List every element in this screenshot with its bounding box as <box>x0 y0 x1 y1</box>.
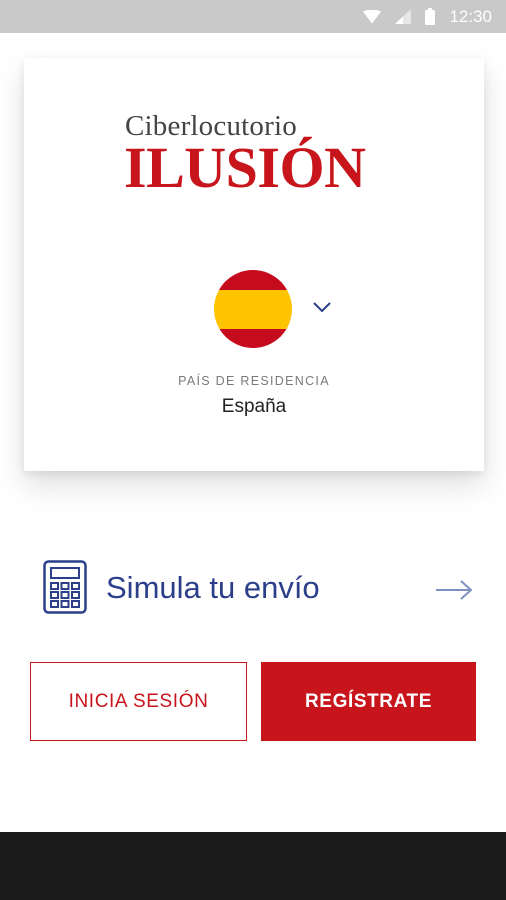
wifi-icon <box>363 9 382 23</box>
calculator-icon <box>43 560 87 614</box>
brand-logo: Ciberlocutorio ILUSIÓN <box>124 110 384 200</box>
login-button[interactable]: INICIA SESIÓN <box>30 662 247 741</box>
status-icons: 12:30 <box>363 0 492 33</box>
simulate-label: Simula tu envío <box>106 570 320 605</box>
logo-line-2: ILUSIÓN <box>124 135 366 200</box>
chevron-down-icon <box>313 302 331 313</box>
simulate-shipment-link[interactable]: Simula tu envío <box>40 558 476 616</box>
battery-icon <box>425 8 436 25</box>
register-button[interactable]: REGÍSTRATE <box>261 662 476 741</box>
arrow-right-icon <box>436 580 473 600</box>
spain-flag-icon <box>214 270 292 348</box>
country-label: PAÍS DE RESIDENCIA <box>178 374 330 388</box>
country-value: España <box>221 396 287 417</box>
status-bar: 12:30 <box>0 0 506 33</box>
navigation-bar <box>0 832 506 900</box>
main-card: Ciberlocutorio ILUSIÓN PAÍS DE RESIDENCI… <box>24 58 484 471</box>
status-time: 12:30 <box>449 6 492 26</box>
signal-icon <box>395 9 412 24</box>
country-dropdown[interactable] <box>214 270 362 348</box>
